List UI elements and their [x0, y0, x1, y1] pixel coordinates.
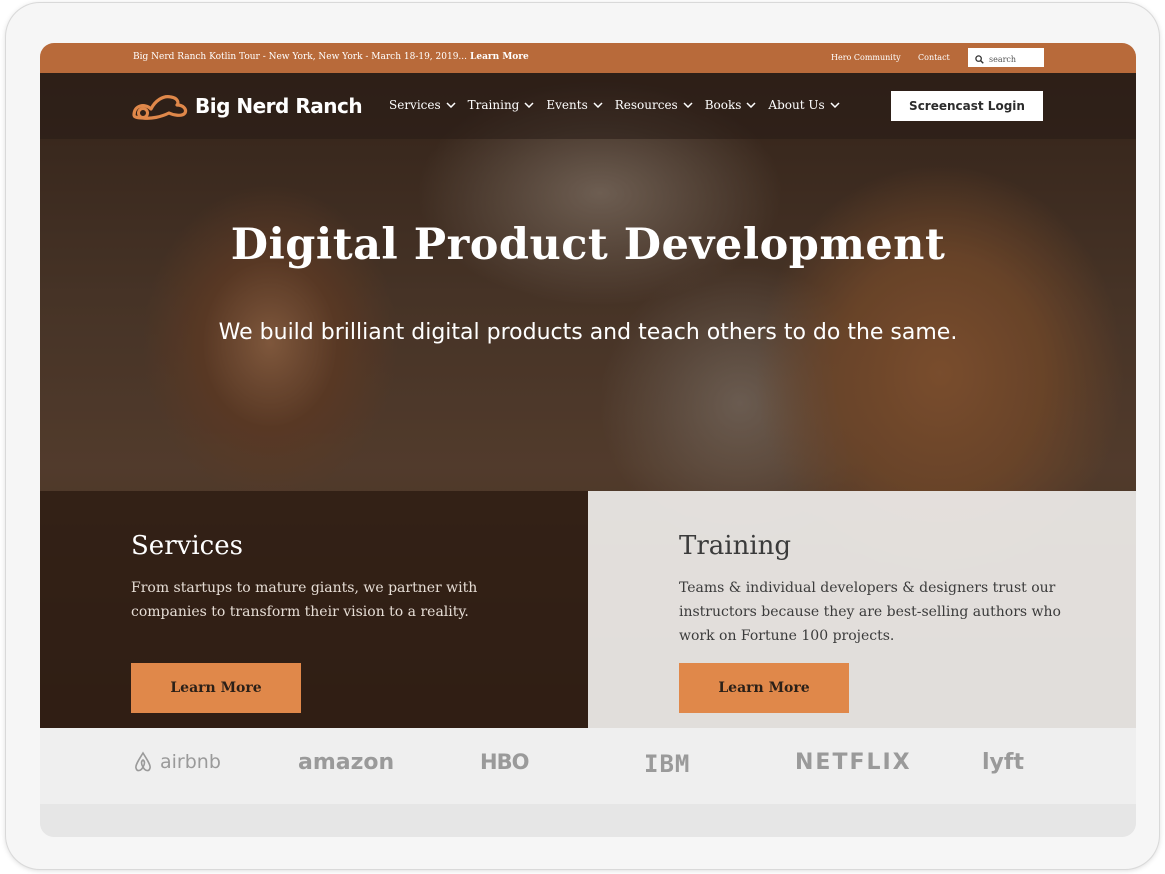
- nav-books[interactable]: Books: [705, 98, 757, 112]
- hero-section: Big Nerd Ranch Services Training Events …: [40, 73, 1136, 758]
- footer-band: [40, 804, 1136, 837]
- lyft-wordmark: lyft: [982, 750, 1024, 775]
- lyft-logo: lyft: [982, 750, 1024, 775]
- search-input[interactable]: search: [968, 48, 1044, 67]
- nav-services[interactable]: Services: [389, 98, 456, 112]
- nav-events[interactable]: Events: [546, 98, 603, 112]
- ibm-logo: IBM: [644, 750, 690, 778]
- nav-label: Services: [389, 98, 441, 112]
- training-learn-more-button[interactable]: Learn More: [679, 663, 849, 713]
- services-learn-more-button[interactable]: Learn More: [131, 663, 301, 713]
- nav-label: About Us: [768, 98, 825, 112]
- brand-logo[interactable]: Big Nerd Ranch: [131, 91, 363, 121]
- nav-resources[interactable]: Resources: [615, 98, 693, 112]
- hero-title: Digital Product Development: [230, 220, 946, 270]
- nav-about-us[interactable]: About Us: [768, 98, 840, 112]
- chevron-down-icon: [746, 102, 756, 108]
- browser-viewport: Big Nerd Ranch Kotlin Tour - New York, N…: [40, 43, 1136, 837]
- hbo-logo: HBO: [480, 750, 529, 774]
- chevron-down-icon: [593, 102, 603, 108]
- hbo-wordmark: HBO: [480, 750, 529, 774]
- hero-subtitle: We build brilliant digital products and …: [218, 320, 958, 345]
- contact-link[interactable]: Contact: [918, 53, 950, 62]
- chevron-down-icon: [446, 102, 456, 108]
- airbnb-logo: airbnb: [131, 750, 221, 774]
- announcement: Big Nerd Ranch Kotlin Tour - New York, N…: [133, 52, 529, 62]
- device-frame: Big Nerd Ranch Kotlin Tour - New York, N…: [6, 3, 1159, 869]
- chevron-down-icon: [524, 102, 534, 108]
- nav-label: Training: [467, 98, 520, 112]
- nav-label: Books: [704, 98, 742, 112]
- airbnb-wordmark: airbnb: [160, 751, 221, 773]
- main-nav: Services Training Events Resources Books: [389, 98, 852, 112]
- training-panel: Training Teams & individual developers &…: [588, 491, 1136, 758]
- ranch-hat-logo-icon: [132, 95, 188, 120]
- chevron-down-icon: [683, 102, 693, 108]
- screencast-login-button[interactable]: Screencast Login: [891, 91, 1043, 121]
- amazon-wordmark: amazon: [298, 750, 395, 775]
- announcement-bar: Big Nerd Ranch Kotlin Tour - New York, N…: [40, 43, 1136, 73]
- training-title: Training: [679, 531, 792, 561]
- chevron-down-icon: [830, 102, 840, 108]
- client-logos-strip: airbnb amazon HBO IBM NETFLIX lyft: [40, 728, 1136, 804]
- services-description: From startups to mature giants, we partn…: [131, 580, 478, 620]
- brand-name: Big Nerd Ranch: [195, 94, 363, 118]
- amazon-logo: amazon: [298, 750, 394, 775]
- nav-label: Resources: [614, 98, 678, 112]
- netflix-logo: NETFLIX: [795, 750, 912, 775]
- nav-training[interactable]: Training: [468, 98, 535, 112]
- search-icon: [975, 55, 984, 64]
- announcement-text: Big Nerd Ranch Kotlin Tour - New York, N…: [133, 52, 468, 62]
- ibm-wordmark: IBM: [644, 750, 691, 778]
- training-description: Teams & individual developers & designer…: [679, 580, 1061, 644]
- netflix-wordmark: NETFLIX: [795, 750, 912, 775]
- services-title: Services: [131, 531, 243, 561]
- announcement-learn-more-link[interactable]: Learn More: [470, 52, 529, 62]
- hero-community-link[interactable]: Hero Community: [831, 53, 901, 62]
- search-placeholder: search: [989, 55, 1017, 64]
- nav-label: Events: [546, 98, 588, 112]
- services-panel: Services From startups to mature giants,…: [40, 491, 588, 758]
- airbnb-belo-icon: [135, 751, 151, 772]
